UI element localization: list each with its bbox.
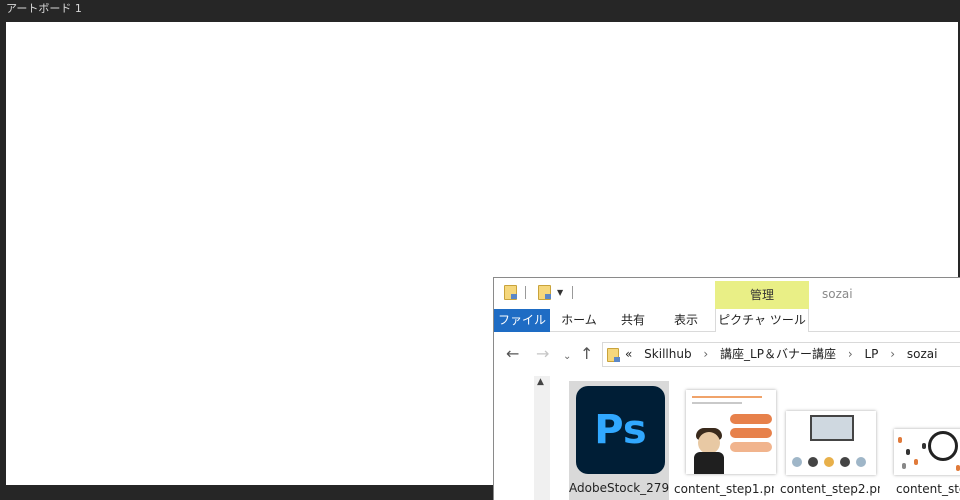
folder-icon <box>607 348 620 362</box>
forward-arrow-icon[interactable]: → <box>536 344 549 364</box>
scroll-up-icon[interactable]: ▲ <box>537 377 544 387</box>
customize-toolbar-dropdown-icon[interactable]: ▼ <box>557 288 563 297</box>
photoshop-file-icon: Ps <box>576 386 665 474</box>
file-name: content_step2.pn <box>780 482 880 496</box>
nav-pane-scrollbar[interactable]: ▲ <box>534 376 550 500</box>
image-thumbnail <box>786 411 876 475</box>
file-item[interactable]: content_step <box>886 381 960 500</box>
tab-view[interactable]: 表示 <box>662 309 710 332</box>
tab-home[interactable]: ホーム <box>554 309 604 332</box>
breadcrumb-chevron-icon[interactable]: › <box>703 347 708 361</box>
file-item[interactable]: Ps AdobeStock_279735060_Prev <box>569 381 669 500</box>
breadcrumb: « Skillhub › 講座_LP＆バナー講座 › LP › sozai <box>625 343 945 366</box>
recent-locations-chevron-icon[interactable]: ⌄ <box>563 347 571 367</box>
tab-share[interactable]: 共有 <box>609 309 657 332</box>
navigation-bar: ← → ⌄ ↑ « Skillhub › 講座_LP＆バナー講座 › LP › … <box>494 339 960 369</box>
file-name: content_step1.pn <box>674 482 774 496</box>
up-arrow-icon[interactable]: ↑ <box>580 344 593 364</box>
file-item[interactable]: content_step1.pn <box>674 381 776 500</box>
file-name: AdobeStock_279735060_Prev <box>569 481 669 495</box>
file-item[interactable]: content_step2.pn <box>780 381 880 500</box>
ribbon-tabs: ファイル ホーム 共有 表示 ピクチャ ツール <box>494 309 960 332</box>
breadcrumb-item[interactable]: sozai <box>907 347 938 361</box>
manage-context-header: 管理 <box>715 281 809 309</box>
image-thumbnail <box>894 429 960 475</box>
new-folder-icon[interactable] <box>538 285 551 300</box>
breadcrumb-item[interactable]: 講座_LP＆バナー講座 <box>720 347 836 361</box>
file-name: content_step <box>896 482 960 496</box>
toolbar-separator <box>572 286 573 299</box>
breadcrumb-chevron-icon[interactable]: › <box>890 347 895 361</box>
tab-picture-tools[interactable]: ピクチャ ツール <box>715 309 809 332</box>
quick-access-toolbar: ▼ 管理 sozai <box>494 278 960 309</box>
breadcrumb-overflow[interactable]: « <box>625 347 632 361</box>
file-explorer-window: ▼ 管理 sozai ファイル ホーム 共有 表示 ピクチャ ツール ← → ⌄… <box>493 277 960 500</box>
toolbar-separator <box>525 286 526 299</box>
breadcrumb-item[interactable]: Skillhub <box>644 347 691 361</box>
breadcrumb-chevron-icon[interactable]: › <box>848 347 853 361</box>
window-title: sozai <box>822 287 853 301</box>
properties-folder-icon[interactable] <box>504 285 517 300</box>
artboard-title: アートボード 1 <box>6 2 82 15</box>
address-bar[interactable]: « Skillhub › 講座_LP＆バナー講座 › LP › sozai <box>602 342 960 367</box>
breadcrumb-item[interactable]: LP <box>864 347 878 361</box>
image-thumbnail <box>686 390 776 474</box>
back-arrow-icon[interactable]: ← <box>506 344 519 364</box>
tab-file[interactable]: ファイル <box>494 309 550 332</box>
